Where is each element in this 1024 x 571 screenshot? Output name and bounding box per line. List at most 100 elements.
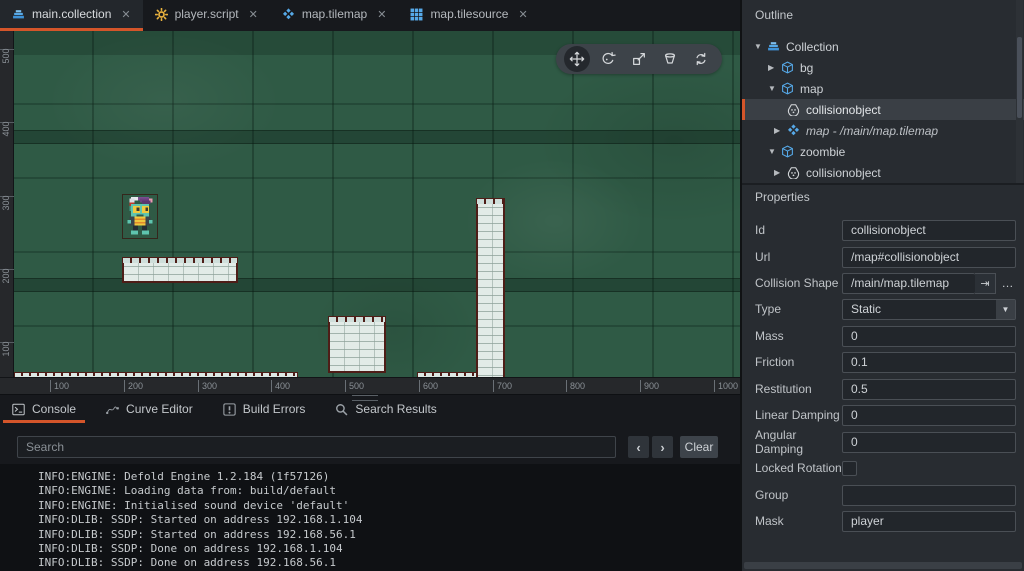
restitution-field[interactable]: 0.5	[842, 378, 1016, 400]
tilesource-grid-icon	[410, 8, 423, 21]
collisionobject-icon	[787, 166, 800, 179]
outline-item-label: map	[800, 81, 824, 96]
outline-item-zoombie[interactable]: ▼ zoombie	[742, 141, 1024, 162]
platform-block[interactable]	[328, 316, 386, 373]
chevron-down-icon[interactable]: ▼	[996, 299, 1015, 319]
console-line: INFO:DLIB: SSDP: Done on address 192.168…	[38, 542, 343, 556]
console-line: INFO:DLIB: SSDP: Done on address 192.168…	[38, 556, 337, 570]
mask-field[interactable]: player	[842, 510, 1016, 532]
outline-item-label: map - /main/map.tilemap	[806, 123, 939, 138]
outline-item-map-tilemap[interactable]: ▶ map - /main/map.tilemap	[742, 120, 1024, 141]
property-row-group: Group	[755, 484, 1016, 506]
open-resource-icon[interactable]: ⇥	[975, 272, 996, 294]
console-search-row: ‹ › Clear	[0, 423, 740, 461]
outline-item-label: Collection	[786, 39, 839, 54]
platform-column[interactable]	[476, 198, 505, 381]
chevron-right-icon[interactable]: ▶	[774, 168, 787, 177]
tilemap-icon	[787, 124, 800, 137]
console-output[interactable]: INFO:ENGINE: Defold Engine 1.2.184 (1f57…	[0, 464, 740, 571]
tab-main-collection[interactable]: main.collection ✕	[0, 0, 143, 31]
property-row-collision-shape: Collision Shape /main/map.tilemap ⇥ …	[755, 272, 1016, 294]
property-row-mass: Mass 0	[755, 325, 1016, 347]
terminal-icon	[12, 403, 25, 416]
chevron-right-icon[interactable]: ▶	[774, 126, 787, 135]
horizontal-ruler: 100 200 300 400 500 600 700 800 900 1000	[0, 377, 740, 394]
property-row-type: Type Static ▼	[755, 298, 1016, 320]
tab-map-tilemap[interactable]: map.tilemap ✕	[270, 0, 399, 31]
id-field[interactable]: collisionobject	[842, 219, 1016, 241]
refresh-icon[interactable]	[688, 46, 714, 72]
tab-label: Search Results	[355, 402, 437, 416]
close-icon[interactable]: ✕	[377, 8, 386, 21]
right-panel: Outline ▼ Collection ▶ bg ▼ map collisio…	[740, 0, 1024, 571]
console-line: INFO:ENGINE: Defold Engine 1.2.184 (1f57…	[38, 470, 330, 483]
close-icon[interactable]: ✕	[249, 8, 258, 21]
property-row-friction: Friction 0.1	[755, 351, 1016, 373]
move-tool-icon[interactable]	[564, 46, 591, 72]
tab-label: Curve Editor	[126, 402, 193, 416]
outline-title: Outline	[755, 8, 794, 22]
type-dropdown[interactable]: Static ▼	[842, 298, 1016, 320]
tab-console[interactable]: Console	[2, 395, 86, 423]
outline-item-collisionobject-2[interactable]: ▶ collisionobject	[742, 162, 1024, 183]
outline-item-collection[interactable]: ▼ Collection	[742, 36, 1024, 57]
close-icon[interactable]: ✕	[518, 8, 527, 21]
url-field[interactable]: /map#collisionobject	[842, 246, 1016, 268]
group-field[interactable]	[842, 484, 1016, 506]
property-row-linear-damping: Linear Damping 0	[755, 404, 1016, 426]
tab-map-tilesource[interactable]: map.tilesource ✕	[398, 0, 539, 31]
property-row-restitution: Restitution 0.5	[755, 378, 1016, 400]
locked-rotation-checkbox[interactable]	[842, 460, 857, 476]
outline-item-collisionobject[interactable]: collisionobject	[742, 99, 1024, 120]
find-previous-button[interactable]: ‹	[628, 436, 649, 458]
defold-editor-window: main.collection ✕ player.script ✕ map.ti…	[0, 0, 1024, 571]
editor-tab-bar: main.collection ✕ player.script ✕ map.ti…	[0, 0, 740, 31]
vertical-ruler: 500 400 300 200 100	[0, 31, 14, 377]
chevron-down-icon[interactable]: ▼	[754, 42, 767, 51]
property-row-url: Url /map#collisionobject	[755, 246, 1016, 268]
angular-damping-field[interactable]: 0	[842, 431, 1016, 453]
rotate-tool-icon[interactable]	[595, 46, 621, 72]
bottom-panel: Console Curve Editor Build Errors Search…	[0, 394, 740, 571]
close-icon[interactable]: ✕	[121, 8, 130, 21]
collision-shape-field[interactable]: /main/map.tilemap	[842, 272, 975, 294]
properties-scrollbar[interactable]	[744, 562, 1022, 569]
collisionobject-icon	[787, 103, 800, 116]
outline-item-map[interactable]: ▼ map	[742, 78, 1024, 99]
panel-divider	[742, 183, 1024, 185]
tab-build-errors[interactable]: Build Errors	[223, 395, 305, 423]
outline-item-label: collisionobject	[806, 102, 881, 117]
tab-label: map.tilemap	[301, 7, 368, 21]
scale-tool-icon[interactable]	[626, 46, 652, 72]
tab-label: Console	[32, 402, 77, 416]
gameobject-cube-icon	[781, 82, 794, 95]
tab-search-results[interactable]: Search Results	[335, 395, 437, 423]
friction-field[interactable]: 0.1	[842, 351, 1016, 373]
tab-curve-editor[interactable]: Curve Editor	[106, 395, 193, 423]
tilemap-icon	[282, 7, 295, 21]
browse-resource-button[interactable]: …	[999, 273, 1016, 294]
search-input[interactable]	[17, 436, 616, 458]
curve-icon	[106, 403, 119, 416]
tab-label: main.collection	[32, 7, 112, 21]
mass-field[interactable]: 0	[842, 325, 1016, 347]
find-next-button[interactable]: ›	[652, 436, 673, 458]
outline-scrollbar-thumb[interactable]	[1017, 37, 1022, 118]
chevron-right-icon[interactable]: ▶	[768, 63, 781, 72]
tab-player-script[interactable]: player.script ✕	[143, 0, 270, 31]
visibility-filter-icon[interactable]	[657, 46, 683, 72]
linear-damping-field[interactable]: 0	[842, 404, 1016, 426]
search-icon	[335, 403, 348, 416]
property-row-id: Id collisionobject	[755, 219, 1016, 241]
outline-item-bg[interactable]: ▶ bg	[742, 57, 1024, 78]
chevron-down-icon[interactable]: ▼	[768, 84, 781, 93]
console-line: INFO:ENGINE: Loading data from: build/de…	[38, 484, 337, 498]
console-line: INFO:ENGINE: Initialised sound device 'd…	[38, 498, 350, 512]
outline-item-label: collisionobject	[806, 165, 881, 180]
zombie-sprite[interactable]	[122, 194, 158, 239]
clear-button[interactable]: Clear	[680, 436, 718, 458]
platform-long[interactable]	[122, 257, 238, 283]
collection-icon	[12, 8, 25, 21]
chevron-down-icon[interactable]: ▼	[768, 147, 781, 156]
scene-viewport[interactable]: 500 400 300 200 100 100 200 300 400 500 …	[0, 31, 740, 394]
